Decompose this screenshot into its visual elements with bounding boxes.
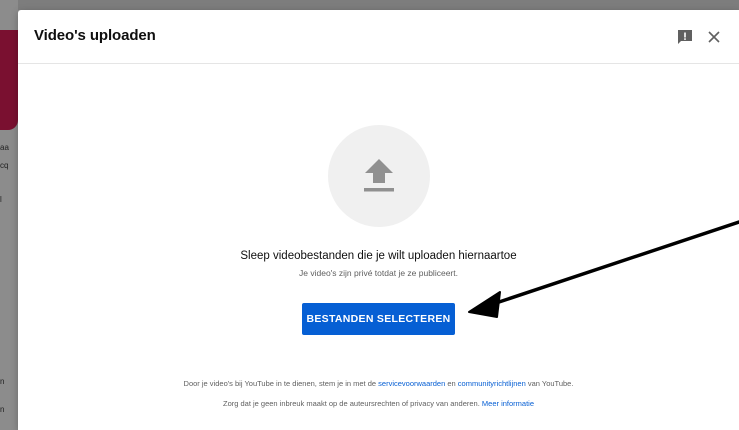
terms-notice: Door je video's bij YouTube in te dienen… (18, 379, 739, 388)
background-text: l (0, 195, 2, 204)
background-text: n (0, 377, 5, 386)
dialog-header: Video's uploaden (18, 10, 739, 64)
background-thumbnail (0, 30, 18, 130)
background-text: cq (0, 161, 9, 170)
terms-text: Door je video's bij YouTube in te dienen… (183, 379, 379, 388)
background-text: n (0, 405, 5, 414)
terms-text: en (445, 379, 458, 388)
upload-drop-area[interactable] (328, 125, 430, 227)
drop-instruction: Sleep videobestanden die je wilt uploade… (240, 250, 517, 262)
screen: aa cq l n n Video's uploaden Sleep video… (0, 0, 739, 430)
copyright-notice: Zorg dat je geen inbreuk maakt op de aut… (18, 399, 739, 408)
community-guidelines-link[interactable]: communityrichtlijnen (458, 379, 526, 388)
close-icon[interactable] (705, 28, 723, 46)
learn-more-link[interactable]: Meer informatie (482, 399, 534, 408)
privacy-note: Je video's zijn privé totdat je ze publi… (299, 268, 458, 278)
copyright-text: Zorg dat je geen inbreuk maakt op de aut… (222, 399, 482, 408)
upload-arrow-icon (364, 159, 394, 192)
background-top-bar (0, 0, 739, 10)
feedback-icon[interactable] (675, 27, 695, 47)
upload-dialog: Video's uploaden Sleep videobestanden di… (18, 10, 739, 430)
terms-of-service-link[interactable]: servicevoorwaarden (378, 379, 445, 388)
background-page: aa cq l n n (0, 0, 18, 430)
select-files-button[interactable]: BESTANDEN SELECTEREN (302, 303, 455, 335)
dialog-title: Video's uploaden (34, 27, 156, 44)
terms-text: van YouTube. (525, 379, 574, 388)
background-text: aa (0, 143, 9, 152)
